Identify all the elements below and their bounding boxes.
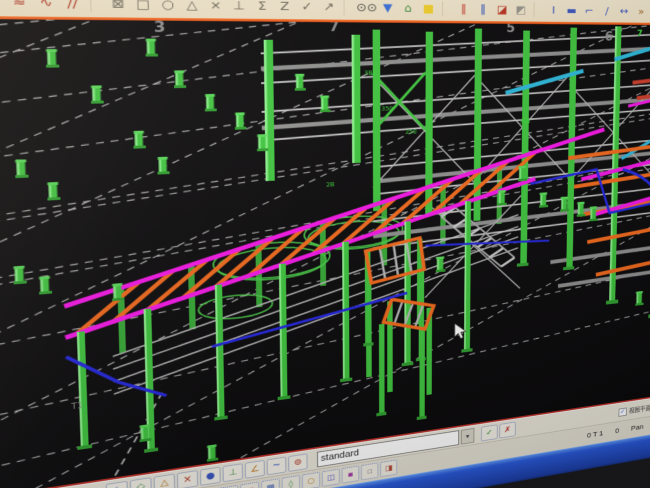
snap-cross-icon[interactable]: × [204,0,228,15]
screen: ▪▪▪▪▪▪▪▪▪▪▪▪▪▪▪▪▪▪▪▪▪▪▪▪▪▪ ≈∿//⊠□○△×⊥ΣZ✓… [0,0,650,488]
svg-text:3B1: 3B1 [364,70,376,77]
snap-arrow-icon[interactable]: ↗ [318,0,340,16]
create-beam-icon[interactable]: ▬ [563,2,581,18]
status-count: 0 [615,427,619,436]
create-ortho-icon[interactable]: ↔ [615,3,633,19]
toolbar-separator [442,1,450,16]
pin-red-icon[interactable]: ‖ [454,0,474,17]
snap-origin-icon[interactable]: + [106,480,128,488]
snap-angle-icon[interactable]: ∠ [245,459,265,478]
find-binoculars-icon[interactable]: ⊙⊙ [356,0,377,17]
toolbar-separator [344,0,353,15]
snap-perpendicular-icon[interactable]: ⊥ [227,0,250,15]
select-switch-icon[interactable]: ▪ [342,466,360,484]
snap-point-icon[interactable]: ● [200,466,221,485]
photo-of-monitor: ASUS Splendid ▪▪▪▪▪▪▪▪▪▪▪▪▪▪▪▪▪▪▪▪▪▪▪▪▪▪… [0,0,650,488]
snap-center-icon[interactable]: ⊚ [288,453,307,472]
select-switch-icon[interactable]: ◊ [282,475,301,488]
checkbox-checked-icon[interactable]: ✓ [619,407,627,416]
select-switch-icon[interactable]: ◫ [322,469,340,487]
corner-label: T1 [70,402,83,412]
phase-icon[interactable]: ◩ [512,1,531,18]
filter-funnel-icon[interactable]: ▼ [377,0,398,17]
snap-sigma-icon[interactable]: Σ [251,0,274,15]
sketch-red-icon[interactable]: ≈ [5,0,33,13]
grid-label: 3 [154,20,166,36]
snap-check-icon[interactable]: ✓ [296,0,318,16]
snap-zigzag-icon[interactable]: Z [273,0,296,16]
grid-label: 7 [637,29,643,39]
snap-mid-icon[interactable]: ◇ [130,477,152,488]
view-plane-toggle[interactable]: ✓ 视图平面 [619,403,650,416]
select-switch-icon[interactable]: ○ [302,472,320,488]
select-switch-icon[interactable]: ▩ [261,478,280,488]
snap-frame-icon[interactable]: ⊠ [105,0,131,14]
snap-circle-icon[interactable]: ○ [155,0,180,14]
view-plane-label: 视图平面 [629,403,650,414]
svg-text:2B: 2B [326,181,334,188]
svg-text:350: 350 [381,105,393,112]
snap-curve-icon[interactable]: ~ [267,456,287,475]
select-switch-icon[interactable]: ▫ [361,462,378,480]
grid-label: 7 [329,20,339,35]
snap-on-icon[interactable]: ✓ [481,424,498,441]
toolbar-separator [534,3,542,18]
create-polybeam-icon[interactable]: ⌐ [580,3,598,19]
clash-check-icon[interactable]: ◪ [493,1,512,18]
note-panel-icon[interactable]: ■ [418,0,438,17]
svg-text:250: 250 [405,128,416,135]
toolbar-separator [90,0,101,12]
hatch-red-icon[interactable]: // [59,0,86,13]
status-dt: 0 T 1 [587,429,603,440]
snap-off-icon[interactable]: ✗ [499,421,516,438]
create-item-icon[interactable]: » [633,4,650,20]
grid-label: 6 [605,30,613,44]
grid-label: 5 [506,21,515,35]
rack-rail-front [61,179,536,338]
status-mode: Pan [631,423,644,433]
tower-base-plates [516,251,650,334]
create-brace-icon[interactable]: / [598,3,616,19]
svg-text:35B: 35B [520,118,531,125]
combo-dropdown-button[interactable]: ▾ [461,428,475,445]
snap-perp-icon[interactable]: ⊥ [222,463,243,482]
walk-home-icon[interactable]: ⌂ [398,0,418,17]
monitor: ASUS Splendid ▪▪▪▪▪▪▪▪▪▪▪▪▪▪▪▪▪▪▪▪▪▪▪▪▪▪… [0,0,650,488]
pin-blue-icon[interactable]: ‖ [473,1,492,18]
select-switch-icon[interactable]: ▦ [240,482,259,488]
snap-end-icon[interactable]: △ [154,473,176,488]
sketch-red2-icon[interactable]: ∿ [32,0,59,13]
select-switch-icon[interactable]: ◨ [380,459,397,477]
snap-square-icon[interactable]: □ [130,0,155,14]
snap-triangle-icon[interactable]: △ [180,0,204,15]
snap-intersection-icon[interactable]: × [177,470,198,488]
create-column-icon[interactable]: I [544,2,562,19]
